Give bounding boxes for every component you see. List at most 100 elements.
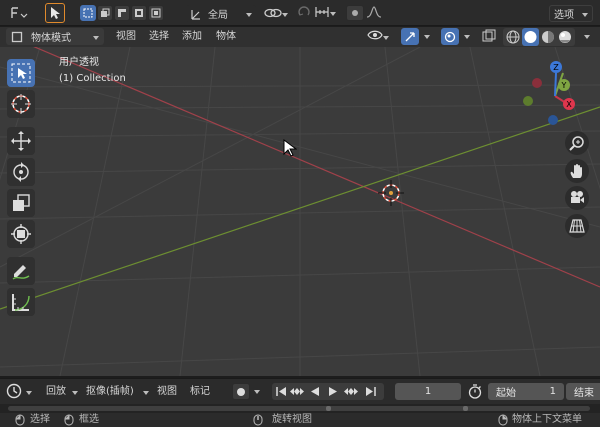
chevron-down-icon[interactable] — [464, 35, 470, 39]
menu-object[interactable]: 物体 — [216, 30, 236, 44]
pencil-icon — [12, 265, 30, 280]
shading-group — [503, 28, 575, 46]
select-mode-extend-button[interactable] — [97, 5, 113, 21]
start-frame-label: 起始 — [496, 388, 516, 399]
cursor-target-icon — [11, 94, 31, 114]
transform-orientation-dropdown[interactable]: 全局 — [186, 5, 256, 22]
status-bar: 选择 框选 旋转视图 物体上下文菜单 — [0, 413, 600, 427]
playback-menu[interactable]: 回放 — [46, 385, 66, 399]
chevron-down-icon[interactable] — [584, 35, 590, 39]
snap-target-dropdown[interactable] — [314, 5, 340, 21]
chevron-down-icon[interactable] — [424, 35, 430, 39]
tool-select-box[interactable] — [7, 59, 35, 87]
shading-rendered-button[interactable] — [558, 30, 572, 44]
jump-end-icon[interactable] — [364, 383, 378, 400]
magnifier-icon — [569, 136, 584, 151]
select-mode-subtract-button[interactable] — [114, 5, 130, 21]
select-extend-icon — [101, 8, 110, 17]
tool-measure[interactable] — [7, 288, 35, 316]
select-box-icon — [83, 8, 93, 18]
perspective-toggle-button[interactable] — [565, 214, 589, 238]
options-dropdown[interactable]: 选项 — [549, 5, 593, 22]
rendered-sphere-icon — [559, 31, 571, 43]
timeline-scrub-strip[interactable] — [0, 404, 600, 413]
menu-view[interactable]: 视图 — [116, 30, 136, 44]
select-difference-icon — [135, 9, 143, 17]
play-reverse-icon[interactable] — [308, 383, 322, 400]
3d-cursor-icon — [378, 180, 404, 206]
xray-toggle[interactable] — [482, 29, 498, 45]
current-frame-field[interactable]: 1 — [395, 383, 461, 400]
3d-viewport[interactable]: 用户透视 (1) Collection Z Y X — [0, 47, 600, 376]
wireframe-sphere-icon — [506, 30, 520, 44]
menu-select[interactable]: 选择 — [149, 30, 169, 44]
gizmo-toggle[interactable] — [401, 28, 419, 45]
marker-menu[interactable]: 标记 — [190, 385, 210, 399]
rotate-icon — [13, 162, 29, 182]
xray-icon — [482, 29, 496, 42]
timeline-header: 回放 抠像(插帧) 视图 标记 1 起始 1 结束 — [0, 378, 600, 404]
gizmo-neg-y-dot[interactable] — [523, 96, 533, 106]
mode-dropdown[interactable]: 物体模式 — [6, 28, 104, 45]
next-keyframe-icon[interactable] — [343, 383, 359, 400]
prev-keyframe-icon[interactable] — [289, 383, 305, 400]
chevron-down-icon[interactable] — [143, 391, 149, 395]
shading-solid-button[interactable] — [522, 28, 539, 46]
gizmo-x-label: X — [566, 100, 572, 109]
play-icon[interactable] — [326, 383, 340, 400]
pan-button[interactable] — [565, 159, 589, 183]
gizmo-y-label: Y — [561, 81, 567, 90]
snap-toggle[interactable] — [296, 5, 312, 21]
use-preview-range-toggle[interactable] — [467, 383, 483, 400]
grid-perspective-icon — [569, 219, 585, 233]
cursor-arrow-icon — [51, 7, 60, 19]
keyframe-marker — [326, 406, 331, 411]
overlays-toggle[interactable] — [441, 28, 459, 45]
transform-pivot-button[interactable] — [6, 4, 34, 22]
timeline-view-menu[interactable]: 视图 — [157, 385, 177, 399]
shading-material-button[interactable] — [541, 30, 555, 44]
gizmo-neg-x-dot[interactable] — [532, 78, 542, 88]
tool-transform[interactable] — [7, 220, 35, 248]
visibility-dropdown[interactable] — [367, 29, 393, 45]
status-select: 选择 — [30, 414, 50, 425]
camera-view-button[interactable] — [565, 186, 589, 210]
pivot-point-dropdown[interactable] — [262, 5, 292, 22]
chevron-down-icon — [26, 390, 32, 395]
end-frame-field[interactable]: 结束 — [566, 383, 600, 400]
select-mode-new-button[interactable] — [80, 5, 96, 21]
select-mode-intersect-button[interactable] — [148, 5, 164, 21]
chevron-down-icon[interactable] — [72, 391, 78, 395]
proportional-falloff-button[interactable] — [366, 5, 384, 21]
eye-icon — [367, 30, 383, 40]
chevron-down-icon[interactable] — [254, 390, 260, 394]
menu-add[interactable]: 添加 — [182, 30, 202, 44]
gizmo-neg-z-dot[interactable] — [548, 115, 558, 125]
mouse-drag-icon — [64, 414, 74, 426]
jump-start-icon[interactable] — [274, 383, 288, 400]
keying-menu[interactable]: 抠像(插帧) — [86, 385, 134, 399]
shading-wireframe-button[interactable] — [506, 30, 520, 44]
falloff-curve-icon — [366, 6, 382, 18]
transform-icon — [11, 224, 31, 244]
tool-scale[interactable] — [7, 189, 35, 217]
navigation-gizmo[interactable]: Z Y X — [520, 53, 590, 131]
tool-annotate[interactable] — [7, 257, 35, 285]
proportional-edit-button[interactable] — [346, 5, 364, 21]
tool-rotate[interactable] — [7, 158, 35, 186]
overlays-icon — [444, 31, 456, 42]
tool-move[interactable] — [7, 127, 35, 155]
select-mode-difference-button[interactable] — [131, 5, 147, 21]
stopwatch-icon — [468, 384, 482, 399]
chevron-down-icon — [383, 36, 389, 40]
select-tool-button[interactable] — [45, 3, 65, 23]
collection-label: (1) Collection — [59, 73, 126, 84]
zoom-button[interactable] — [565, 131, 589, 155]
auto-keying-button[interactable] — [232, 383, 250, 400]
tool-cursor[interactable] — [7, 90, 35, 118]
mouse-right-icon — [498, 414, 508, 426]
editor-type-dropdown[interactable] — [6, 383, 36, 400]
timeline-scrollbar[interactable] — [8, 406, 590, 411]
start-frame-field[interactable]: 起始 1 — [488, 383, 564, 400]
status-context-menu: 物体上下文菜单 — [512, 414, 582, 425]
